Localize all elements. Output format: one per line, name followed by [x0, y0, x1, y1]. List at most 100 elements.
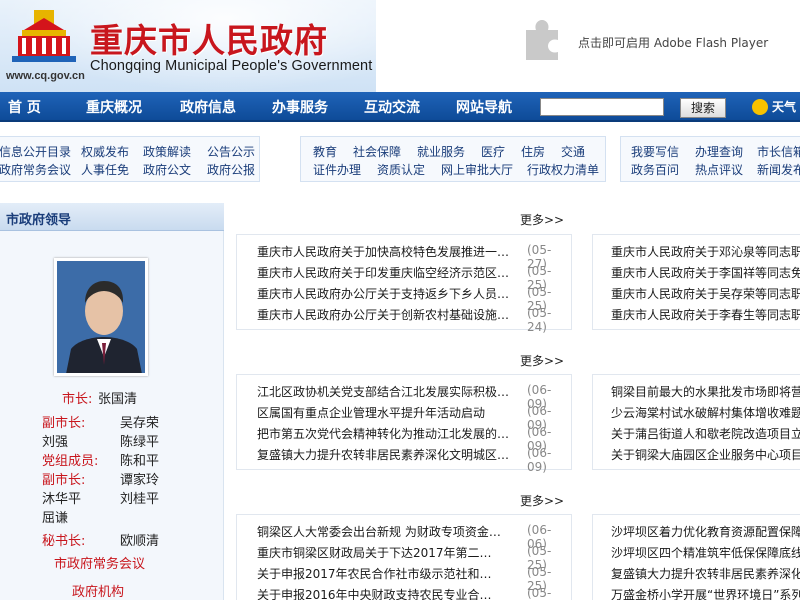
news-item[interactable]: 少云海棠村试水破解村集体增收难题 [611, 404, 800, 421]
subnav-link[interactable]: 公告公示 [207, 143, 255, 160]
subnav-link[interactable]: 市长信箱 [757, 143, 800, 160]
secretary-label: 秘书长: [42, 534, 86, 549]
subnav-link[interactable]: 政府公文 [143, 161, 191, 178]
header-banner: 重庆市人民政府 Chongqing Municipal People's Gov… [0, 0, 376, 92]
news-item[interactable]: 复盛镇大力提升农转非居民素养深化文 [611, 565, 800, 582]
subnav-link[interactable]: 新闻发布 [757, 161, 800, 178]
subnav-group-interact: 我要写信 办理查询 市长信箱 政务百问 热点评议 新闻发布 [620, 136, 800, 182]
news-item[interactable]: 沙坪坝区四个精准筑牢低保保障底线 [611, 544, 800, 561]
leader-name[interactable]: 吴存荣 [120, 412, 159, 431]
subnav-link[interactable]: 人事任免 [81, 161, 129, 178]
news-date: (06-09) [527, 446, 552, 474]
leader-name[interactable]: 谭家玲 [120, 469, 159, 488]
subnav-link[interactable]: 政策解读 [143, 143, 191, 160]
leader-name[interactable]: 沐华平 [42, 488, 81, 507]
vice-mayor-label: 副市长: [42, 416, 86, 431]
subnav-group-services: 教育 社会保障 就业服务 医疗 住房 交通 证件办理 资质认定 网上审批大厅 行… [300, 136, 606, 182]
leader-name[interactable]: 刘强 [42, 431, 68, 450]
news-list-district-right: 铜梁目前最大的水果批发市场即将营业 少云海棠村试水破解村集体增收难题 关于蒲吕街… [592, 374, 800, 470]
news-item[interactable]: 关于申报2017年农民合作社市级示范社和… [257, 565, 521, 582]
search-input[interactable] [540, 98, 664, 116]
subnav-link[interactable]: 教育 [313, 143, 337, 160]
news-item[interactable]: 沙坪坝区着力优化教育资源配置保障教 [611, 523, 800, 540]
news-list-finance: 铜梁区人大常委会出台新规 为财政专项资金… (06-06) 重庆市铜梁区财政局关… [236, 514, 572, 600]
subnav-link[interactable]: 我要写信 [631, 143, 679, 160]
more-link[interactable]: 更多>> [520, 492, 564, 509]
nav-services[interactable]: 办事服务 [272, 97, 328, 117]
secretary-name[interactable]: 欧顺清 [120, 530, 159, 549]
site-title: 重庆市人民政府 [90, 21, 328, 60]
gov-org-link[interactable]: 政府机构 [72, 581, 124, 600]
leader-name[interactable]: 陈和平 [120, 450, 159, 469]
news-date: (05-24) [527, 306, 552, 334]
news-list-appointments: 重庆市人民政府关于邓沁泉等同志职务 重庆市人民政府关于李国祥等同志免职 重庆市人… [592, 234, 800, 330]
council-meeting-link[interactable]: 市政府常务会议 [54, 553, 145, 572]
nav-overview[interactable]: 重庆概况 [86, 97, 142, 117]
mayor-name[interactable]: 张国清 [98, 388, 137, 407]
subnav-link[interactable]: 权威发布 [81, 143, 129, 160]
news-item[interactable]: 重庆市人民政府办公厅关于创新农村基础设施… [257, 306, 521, 323]
site-header: 重庆市人民政府 Chongqing Municipal People's Gov… [0, 0, 800, 92]
plugin-puzzle-icon [526, 20, 558, 60]
news-item[interactable]: 复盛镇大力提升农转非居民素养深化文明城区… [257, 446, 521, 463]
vice-mayor-label-2: 副市长: [42, 473, 86, 488]
subnav-link[interactable]: 证件办理 [313, 161, 361, 178]
site-title-en: Chongqing Municipal People's Government [90, 58, 373, 74]
nav-interaction[interactable]: 互动交流 [364, 97, 420, 117]
flash-text: 点击即可启用 Adobe Flash Player [578, 36, 769, 50]
news-item[interactable]: 关于申报2016年中央财政支持农民专业合… [257, 586, 521, 600]
weather-link[interactable]: 天气 [772, 98, 796, 115]
news-item[interactable]: 重庆市人民政府关于印发重庆临空经济示范区… [257, 264, 521, 281]
sub-navigation: 信息公开目录 权威发布 政策解读 公告公示 政府常务会议 人事任免 政府公文 政… [0, 136, 800, 182]
subnav-link[interactable]: 就业服务 [417, 143, 465, 160]
subnav-link[interactable]: 政府公报 [207, 161, 255, 178]
subnav-link[interactable]: 行政权力清单 [527, 161, 599, 178]
news-list-district: 江北区政协机关党支部结合江北发展实际积极… (06-09) 区属国有重点企业管理… [236, 374, 572, 474]
news-item[interactable]: 重庆市人民政府关于李国祥等同志免职 [611, 264, 800, 281]
site-url: www.cq.gov.cn [6, 70, 85, 82]
subnav-link[interactable]: 社会保障 [353, 143, 401, 160]
leader-name[interactable]: 刘桂平 [120, 488, 159, 507]
subnav-link[interactable]: 住房 [521, 143, 545, 160]
news-item[interactable]: 关于铜梁大庙园区企业服务中心项目立 [611, 446, 800, 463]
nav-sitemap[interactable]: 网站导航 [456, 97, 512, 117]
news-item[interactable]: 重庆市人民政府办公厅关于支持返乡下乡人员… [257, 285, 521, 302]
subnav-link[interactable]: 交通 [561, 143, 585, 160]
news-item[interactable]: 区属国有重点企业管理水平提升年活动启动 [257, 404, 521, 421]
subnav-link[interactable]: 网上审批大厅 [441, 161, 513, 178]
mayor-label: 市长: [62, 392, 93, 407]
news-item[interactable]: 重庆市人民政府关于加快高校特色发展推进一… [257, 243, 521, 260]
news-item[interactable]: 万盛金桥小学开展“世界环境日”系列主 [611, 586, 800, 600]
search-button[interactable]: 搜索 [680, 98, 726, 118]
news-item[interactable]: 铜梁区人大常委会出台新规 为财政专项资金… [257, 523, 521, 540]
news-item[interactable]: 江北区政协机关党支部结合江北发展实际积极… [257, 383, 521, 400]
subnav-link[interactable]: 政务百问 [631, 161, 679, 178]
subnav-link[interactable]: 信息公开目录 [0, 143, 71, 160]
leader-name[interactable]: 陈绿平 [120, 431, 159, 450]
subnav-link[interactable]: 办理查询 [695, 143, 743, 160]
subnav-link[interactable]: 政府常务会议 [0, 161, 71, 178]
leader-panel-title: 市政府领导 [6, 213, 72, 228]
news-item[interactable]: 重庆市人民政府关于邓沁泉等同志职务 [611, 243, 800, 260]
news-item[interactable]: 关于蒲吕街道人和歇老院改造项目立项 [611, 425, 800, 442]
news-item[interactable]: 重庆市铜梁区财政局关于下达2017年第二… [257, 544, 521, 561]
emblem-icon [12, 10, 76, 62]
nav-gov-info[interactable]: 政府信息 [180, 97, 236, 117]
subnav-link[interactable]: 医疗 [481, 143, 505, 160]
leader-panel: 市政府领导 市长: 张国清 副市长: 吴存荣 刘强 陈绿平 党组成员: 陈和平 … [0, 203, 224, 600]
subnav-link[interactable]: 资质认定 [377, 161, 425, 178]
news-item[interactable]: 重庆市人民政府关于吴存荣等同志职务 [611, 285, 800, 302]
leader-name[interactable]: 屈谦 [42, 507, 68, 526]
more-link[interactable]: 更多>> [520, 211, 564, 228]
subnav-link[interactable]: 热点评议 [695, 161, 743, 178]
mayor-photo[interactable] [54, 258, 148, 376]
nav-home[interactable]: 首 页 [8, 97, 41, 117]
news-item[interactable]: 铜梁目前最大的水果批发市场即将营业 [611, 383, 800, 400]
news-item[interactable]: 把市第五次党代会精神转化为推动江北发展的… [257, 425, 521, 442]
news-date: (05-25) [527, 586, 552, 600]
news-item[interactable]: 重庆市人民政府关于李春生等同志职务 [611, 306, 800, 323]
party-member-label: 党组成员: [42, 454, 99, 469]
flash-placeholder[interactable]: 点击即可启用 Adobe Flash Player [376, 0, 800, 92]
more-link[interactable]: 更多>> [520, 352, 564, 369]
news-list-policy: 重庆市人民政府关于加快高校特色发展推进一… (05-27) 重庆市人民政府关于印… [236, 234, 572, 334]
